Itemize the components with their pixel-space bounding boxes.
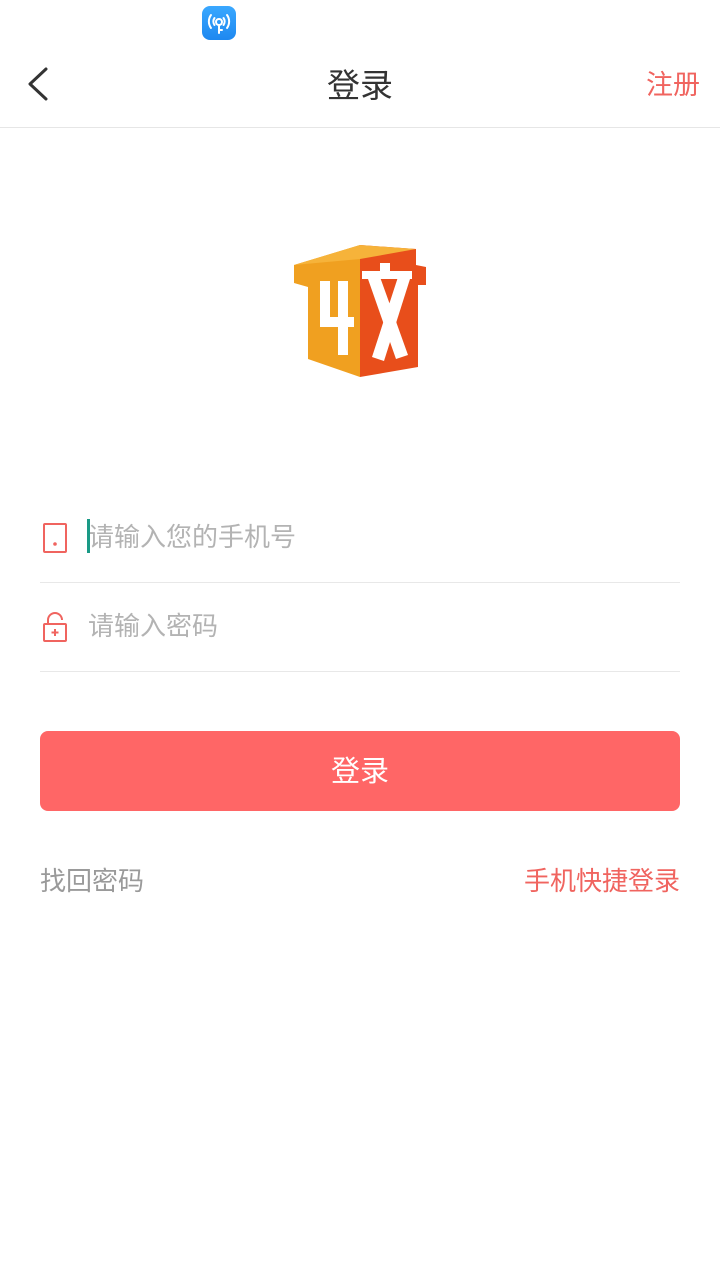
login-button[interactable]: 登录 <box>40 731 680 811</box>
password-input[interactable] <box>88 583 668 671</box>
page-title: 登录 <box>327 66 393 105</box>
header-bar: 登录 注册 <box>0 44 720 128</box>
recover-password-link[interactable]: 找回密码 <box>40 860 144 904</box>
app-logo-house-icon <box>294 243 426 377</box>
text-caret <box>87 519 90 553</box>
lock-icon <box>43 612 67 642</box>
phone-input[interactable] <box>88 494 668 582</box>
phone-field-row <box>40 494 680 583</box>
wifi-key-icon <box>202 6 236 40</box>
register-link[interactable]: 注册 <box>646 44 700 127</box>
password-field-row <box>40 583 680 672</box>
phone-icon <box>43 523 67 553</box>
status-bar <box>0 0 720 44</box>
quick-login-link[interactable]: 手机快捷登录 <box>524 860 680 904</box>
login-screen: 登录 注册 请输入您的手机号 登录 找回密码 手机快捷登录 <box>0 0 720 1280</box>
